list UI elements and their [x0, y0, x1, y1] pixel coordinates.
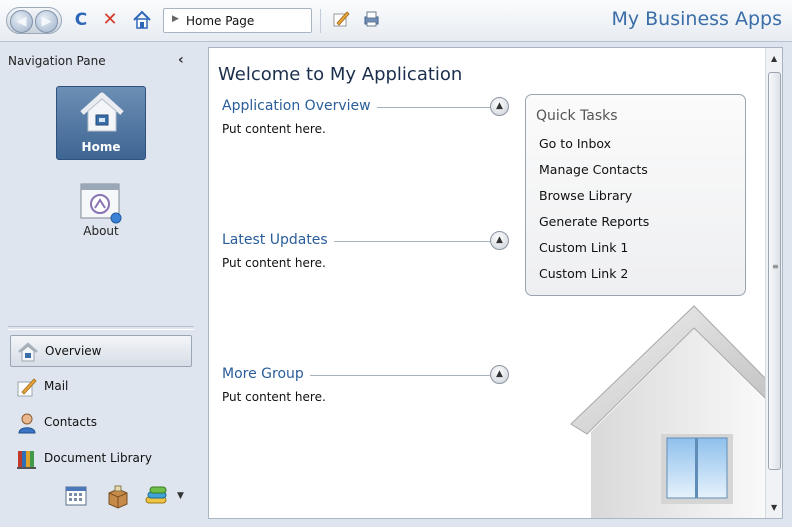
- main-content: Welcome to My Application Application Ov…: [208, 47, 783, 519]
- toolbar: ◀ ▶ C ✕ ▶ Home Page My Business Apps: [0, 0, 792, 42]
- scroll-thumb[interactable]: ≡: [768, 72, 781, 470]
- section-collapse-button[interactable]: ▲: [490, 231, 509, 250]
- sidebar-item-label: Overview: [45, 344, 102, 358]
- back-arrow-icon: ◀: [16, 14, 27, 29]
- section-title: Application Overview: [222, 98, 377, 114]
- sidebar-item-mail[interactable]: Mail: [10, 371, 192, 403]
- house-small-icon: [17, 341, 39, 363]
- calendar-icon[interactable]: [64, 485, 90, 509]
- edit-icon[interactable]: [330, 9, 352, 31]
- person-icon: [16, 412, 38, 434]
- nav-item-home[interactable]: Home: [56, 86, 146, 160]
- toolbar-separator: [320, 9, 321, 33]
- sidebar-item-label: Document Library: [44, 451, 152, 465]
- app-title: My Business Apps: [611, 8, 782, 30]
- vertical-scrollbar[interactable]: ▲ ≡ ▼: [765, 48, 782, 518]
- house-illustration: [569, 304, 770, 518]
- section-body: Put content here.: [222, 390, 326, 404]
- stop-icon[interactable]: ✕: [99, 9, 121, 31]
- section-more-group: More Group ▲ Put content here.: [222, 364, 512, 424]
- pane-splitter[interactable]: [8, 326, 194, 330]
- scroll-down-arrow[interactable]: ▼: [771, 503, 777, 512]
- sidebar-item-contacts[interactable]: Contacts: [10, 407, 192, 439]
- home-icon: [79, 91, 125, 135]
- section-body: Put content here.: [222, 122, 326, 136]
- nav-pane-header: Navigation Pane: [8, 54, 106, 68]
- address-bar[interactable]: ▶ Home Page: [163, 8, 312, 33]
- section-application-overview: Application Overview ▲ Put content here.: [222, 96, 512, 156]
- section-collapse-button[interactable]: ▲: [490, 365, 509, 384]
- quick-task-link[interactable]: Custom Link 2: [539, 266, 628, 281]
- quick-task-link[interactable]: Custom Link 1: [539, 240, 628, 255]
- scroll-grip-icon: ≡: [772, 262, 779, 271]
- pen-paper-icon: [16, 376, 38, 398]
- section-latest-updates: Latest Updates ▲ Put content here.: [222, 230, 512, 290]
- package-icon[interactable]: [106, 485, 132, 509]
- quick-task-link[interactable]: Manage Contacts: [539, 162, 648, 177]
- nav-arrows: ◀ ▶: [6, 7, 62, 34]
- stack-icon[interactable]: [144, 485, 170, 509]
- collapse-pane-icon[interactable]: ‹: [178, 52, 184, 68]
- page-title: Welcome to My Application: [218, 64, 463, 85]
- books-icon: [16, 448, 38, 470]
- quick-tasks-title: Quick Tasks: [536, 108, 618, 124]
- about-window-icon: [78, 180, 124, 224]
- refresh-icon[interactable]: C: [70, 9, 92, 31]
- forward-arrow-icon: ▶: [41, 14, 52, 29]
- chevron-down-icon[interactable]: ▼: [177, 491, 203, 515]
- scroll-up-arrow[interactable]: ▲: [771, 54, 777, 63]
- quick-tasks-panel: Quick Tasks Go to Inbox Manage Contacts …: [525, 94, 746, 296]
- quick-task-link[interactable]: Generate Reports: [539, 214, 649, 229]
- sidebar-item-document-library[interactable]: Document Library: [10, 443, 192, 475]
- sidebar-item-label: Mail: [44, 379, 69, 393]
- home-button-icon[interactable]: [131, 9, 153, 31]
- nav-item-about[interactable]: About: [56, 176, 146, 250]
- nav-item-home-label: Home: [81, 140, 121, 154]
- back-button[interactable]: ◀: [10, 10, 33, 33]
- nav-item-about-label: About: [83, 224, 119, 238]
- forward-button[interactable]: ▶: [35, 10, 58, 33]
- section-body: Put content here.: [222, 256, 326, 270]
- quick-task-link[interactable]: Go to Inbox: [539, 136, 611, 151]
- section-title: More Group: [222, 366, 310, 382]
- section-collapse-button[interactable]: ▲: [490, 97, 509, 116]
- address-arrow-icon: ▶: [172, 14, 179, 24]
- address-value: Home Page: [186, 14, 255, 28]
- quick-task-link[interactable]: Browse Library: [539, 188, 632, 203]
- pane-bottom-icons: ▼: [64, 485, 196, 511]
- section-title: Latest Updates: [222, 232, 334, 248]
- sidebar-item-overview[interactable]: Overview: [10, 335, 192, 367]
- sidebar-item-label: Contacts: [44, 415, 97, 429]
- navigation-pane: Navigation Pane ‹ Home About Overview Ma…: [0, 43, 201, 527]
- print-icon[interactable]: [360, 9, 382, 31]
